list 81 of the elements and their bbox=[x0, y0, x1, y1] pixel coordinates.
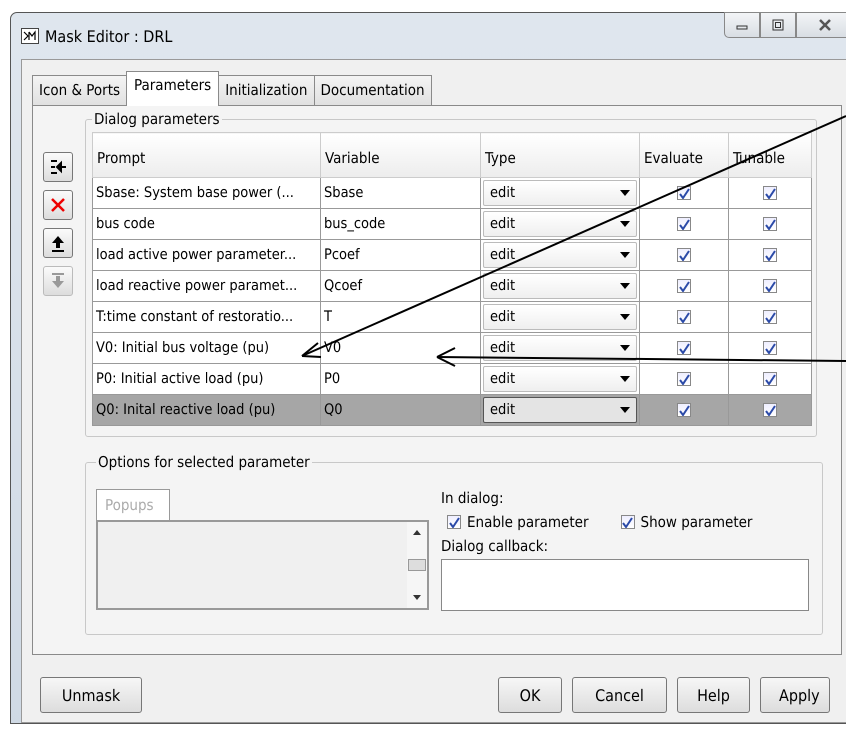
tab[interactable]: Icon & Ports bbox=[32, 75, 128, 105]
tab[interactable]: Initialization bbox=[218, 75, 314, 105]
type-dropdown[interactable]: edit bbox=[483, 273, 637, 299]
checkbox[interactable]: Enable parameter bbox=[447, 513, 589, 531]
checkbox[interactable] bbox=[677, 248, 691, 262]
caret-icon bbox=[620, 376, 630, 382]
checkbox[interactable] bbox=[677, 279, 691, 294]
table-cell: Qcoef bbox=[320, 270, 480, 302]
column-header[interactable]: Evaluate bbox=[640, 132, 728, 178]
type-dropdown[interactable]: edit bbox=[483, 304, 637, 330]
minimize-button[interactable] bbox=[724, 12, 760, 38]
scroll-up-icon[interactable] bbox=[413, 530, 421, 535]
caret-icon bbox=[620, 252, 630, 258]
maximize-icon bbox=[771, 19, 785, 31]
checkbox[interactable] bbox=[677, 310, 691, 324]
tab[interactable]: Documentation bbox=[314, 75, 432, 105]
type-dropdown[interactable]: edit bbox=[483, 397, 637, 423]
caret-icon bbox=[620, 221, 630, 227]
table-cell: bus code bbox=[92, 208, 320, 240]
checkbox[interactable] bbox=[763, 372, 777, 386]
caret-icon bbox=[620, 407, 630, 413]
scroll-thumb[interactable] bbox=[408, 559, 426, 571]
tab[interactable]: Parameters bbox=[126, 71, 220, 106]
table-cell: T bbox=[320, 302, 480, 332]
caret-icon bbox=[620, 314, 630, 320]
insert-button[interactable] bbox=[43, 152, 73, 182]
dialog-button[interactable]: OK bbox=[498, 677, 562, 713]
dialog-button[interactable]: Apply bbox=[760, 677, 830, 713]
window-title: Mask Editor : DRL bbox=[45, 26, 172, 46]
close-icon bbox=[817, 18, 833, 32]
table-cell: Pcoef bbox=[320, 240, 480, 270]
unmask-button[interactable]: Unmask bbox=[40, 677, 142, 713]
checkbox[interactable] bbox=[763, 186, 777, 200]
checkbox[interactable]: Show parameter bbox=[620, 513, 752, 531]
checkbox[interactable] bbox=[677, 341, 691, 356]
callback-field[interactable] bbox=[441, 559, 809, 611]
checkbox[interactable] bbox=[677, 372, 691, 386]
column-header[interactable]: Prompt bbox=[92, 132, 320, 178]
section-label: In dialog: bbox=[441, 489, 505, 507]
checkbox[interactable] bbox=[763, 341, 777, 356]
dialog-button[interactable]: Help bbox=[677, 677, 750, 713]
column-header[interactable]: Type bbox=[480, 132, 640, 178]
type-dropdown[interactable]: edit bbox=[483, 180, 637, 206]
group-title: Options for selected parameter bbox=[97, 453, 311, 471]
delete-button[interactable] bbox=[43, 190, 73, 220]
close-button[interactable] bbox=[796, 12, 846, 38]
type-dropdown[interactable]: edit bbox=[483, 242, 637, 268]
table-cell: T:time constant of restoratio... bbox=[92, 302, 320, 332]
table-cell: load active power parameter... bbox=[92, 240, 320, 270]
table-cell: load reactive power paramet... bbox=[92, 270, 320, 302]
table-cell: Q0 bbox=[320, 394, 480, 426]
scroll-down-icon[interactable] bbox=[413, 595, 421, 600]
check-icon bbox=[622, 516, 634, 528]
caret-icon bbox=[620, 345, 630, 351]
table-cell: Sbase bbox=[320, 178, 480, 208]
caret-icon bbox=[620, 283, 630, 289]
checkbox[interactable] bbox=[677, 403, 691, 418]
checkbox[interactable] bbox=[763, 248, 777, 262]
group-title: Dialog parameters bbox=[93, 110, 221, 128]
column-header[interactable]: Variable bbox=[320, 132, 480, 178]
app-icon bbox=[21, 28, 39, 44]
move-up-button[interactable] bbox=[43, 228, 73, 258]
table-cell: Sbase: System base power (... bbox=[92, 178, 320, 208]
scrollbar[interactable] bbox=[407, 522, 427, 608]
table-cell: bus_code bbox=[320, 208, 480, 240]
table-cell: V0: Initial bus voltage (pu) bbox=[92, 332, 320, 364]
caret-icon bbox=[620, 190, 630, 196]
checkbox[interactable] bbox=[763, 217, 777, 232]
table-cell: Q0: Inital reactive load (pu) bbox=[92, 394, 320, 426]
check-icon bbox=[448, 516, 460, 528]
type-dropdown[interactable]: edit bbox=[483, 366, 637, 392]
insert-arrow-icon bbox=[48, 158, 68, 176]
checkbox[interactable] bbox=[763, 403, 777, 418]
dialog-button[interactable]: Cancel bbox=[572, 677, 667, 713]
type-dropdown[interactable]: edit bbox=[483, 335, 637, 361]
checkbox[interactable] bbox=[763, 279, 777, 294]
type-dropdown[interactable]: edit bbox=[483, 211, 637, 237]
checkbox[interactable] bbox=[677, 217, 691, 232]
field-label: Dialog callback: bbox=[441, 537, 550, 555]
checkbox[interactable] bbox=[763, 310, 777, 324]
maximize-button[interactable] bbox=[760, 12, 796, 38]
